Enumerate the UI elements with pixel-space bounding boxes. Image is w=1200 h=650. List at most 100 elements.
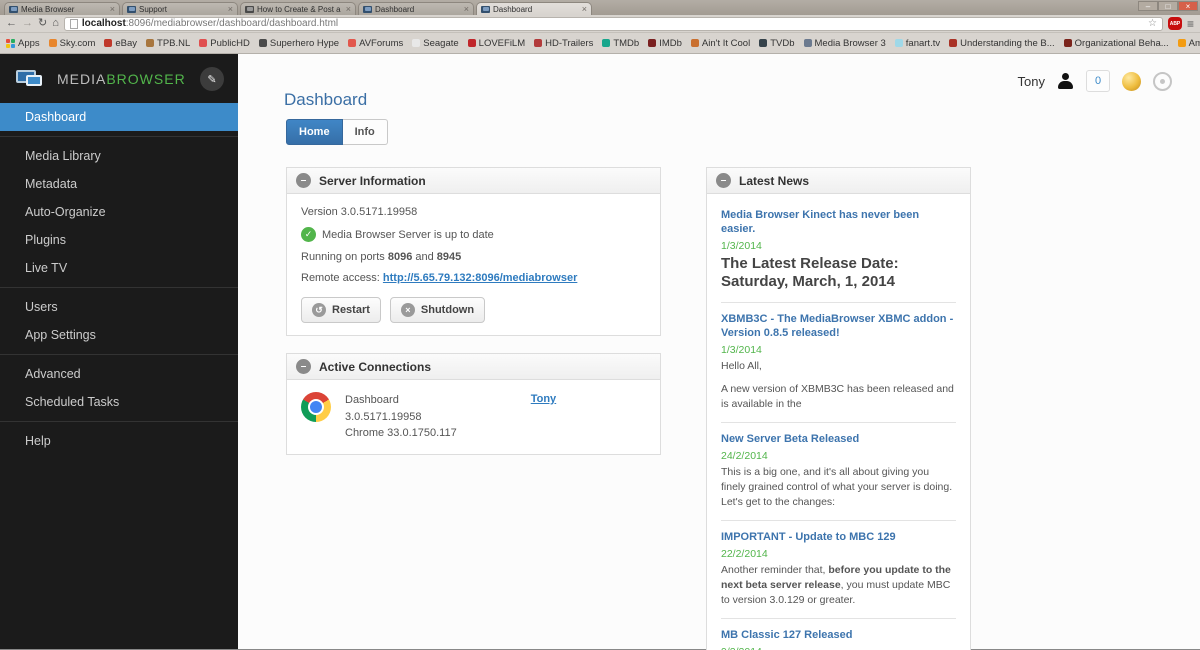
news-body: This is a big one, and it's all about gi… [721,465,953,509]
port-number: 8945 [436,251,462,263]
news-title-link[interactable]: Media Browser Kinect has never been easi… [721,209,919,235]
logo-row: MEDIABROWSER ✎ [0,54,238,103]
news-title-link[interactable]: MB Classic 127 Released [721,629,852,641]
edit-pencil-icon[interactable]: ✎ [200,67,224,91]
bookmark[interactable]: TMDb [602,38,639,49]
connection-client: Dashboard [345,394,399,406]
bookmark-favicon [48,39,57,47]
news-item: IMPORTANT - Update to MBC 129 22/2/2014 … [721,521,956,620]
bookmark-favicon [602,39,611,47]
sidebar-item-scheduled-tasks[interactable]: Scheduled Tasks [0,388,238,416]
sidebar-item-advanced[interactable]: Advanced [0,360,238,388]
minimize-button[interactable]: – [1138,1,1158,11]
bookmark[interactable]: HD-Trailers [534,38,593,49]
forward-icon[interactable]: → [22,18,33,29]
latest-news-panel: – Latest News Media Browser Kinect has n… [706,167,971,650]
address-bar[interactable]: localhost:8096/mediabrowser/dashboard/da… [63,16,1163,31]
bookmark[interactable]: Media Browser 3 [803,38,886,49]
shutdown-button[interactable]: × Shutdown [389,297,486,323]
panel-title: Active Connections [319,359,432,374]
apps-shortcut[interactable]: Apps [6,38,40,49]
browser-tab-active[interactable]: Dashboard × [476,2,592,15]
news-body: Another reminder that, before you update… [721,563,951,607]
bookmark[interactable]: Superhero Hype [258,37,340,49]
connection-user-link[interactable]: Tony [531,392,556,405]
bookmark[interactable]: LOVEFiLM [467,38,525,49]
bookmark[interactable]: TVDb [759,38,795,49]
restart-button[interactable]: ↺ Restart [301,297,381,323]
remote-access-link[interactable]: http://5.65.79.132:8096/mediabrowser [383,272,577,284]
panel-body: Media Browser Kinect has never been easi… [707,194,970,650]
bookmark-star-icon[interactable]: ☆ [1148,18,1157,29]
bookmark[interactable]: Understanding the B... [949,38,1055,49]
tab-close-icon[interactable]: × [464,4,469,14]
tab-close-icon[interactable]: × [346,4,351,14]
news-date: 24/2/2014 [721,449,768,462]
tab-strip: Media Browser × Support × How to Create … [0,0,1200,15]
settings-target-icon[interactable] [1153,71,1172,91]
news-title-link[interactable]: New Server Beta Released [721,433,859,445]
sidebar-item-auto-organize[interactable]: Auto-Organize [0,198,238,226]
collapse-icon[interactable]: – [716,173,731,188]
connection-app: Chrome 33.0.1750.117 [345,427,457,439]
refresh-icon[interactable]: ↻ [38,18,47,29]
bookmark-favicon [534,39,543,47]
browser-tab[interactable]: Dashboard × [358,2,474,15]
bookmark[interactable]: Sky.com [48,38,95,49]
collapse-icon[interactable]: – [296,359,311,374]
bookmark-label: PublicHD [210,37,250,49]
bookmark[interactable]: TPB.NL [146,38,190,49]
sidebar-item-users[interactable]: Users [0,293,238,321]
tab-info[interactable]: Info [342,119,388,145]
bookmark-label: TPB.NL [157,37,191,49]
bookmark[interactable]: fanart.tv [894,38,940,49]
sidebar-item-dashboard[interactable]: Dashboard [0,103,238,131]
bookmark-favicon [690,39,699,47]
panel-header: – Active Connections [287,354,660,380]
ports-row: Running on ports 8096 and 8945 [301,251,462,263]
maximize-button[interactable]: □ [1158,1,1178,11]
adblock-icon[interactable]: ABP [1167,17,1182,30]
bookmark-label: Amazon.co.uk: Buyi... [1188,37,1200,49]
bookmark[interactable]: eBay [104,38,137,49]
browser-tab[interactable]: Media Browser × [4,2,120,15]
bookmark-label: Superhero Hype [269,37,340,49]
news-title-link[interactable]: XBMB3C - The MediaBrowser XBMC addon - V… [721,313,953,339]
sidebar-item-plugins[interactable]: Plugins [0,226,238,254]
username[interactable]: Tony [1018,74,1045,89]
chrome-menu-icon[interactable]: ≡ [1187,17,1194,31]
restart-icon: ↺ [312,303,326,317]
sidebar-item-media-library[interactable]: Media Library [0,142,238,170]
sidebar-item-app-settings[interactable]: App Settings [0,321,238,349]
tab-close-icon[interactable]: × [228,4,233,14]
news-item: MB Classic 127 Released 9/2/2014 MB Clas… [721,619,956,650]
bookmark[interactable]: AVForums [348,38,403,49]
bookmark[interactable]: Organizational Beha... [1063,38,1169,49]
tab-close-icon[interactable]: × [110,4,115,14]
bookmark[interactable]: Seagate [412,38,459,49]
close-button[interactable]: × [1178,1,1198,11]
bookmark[interactable]: IMDb [648,38,682,49]
bookmark-label: Understanding the B... [960,37,1055,49]
notification-badge[interactable]: 0 [1086,70,1110,92]
sidebar-item-live-tv[interactable]: Live TV [0,254,238,282]
supporter-coin-icon[interactable] [1122,71,1141,91]
sidebar-item-metadata[interactable]: Metadata [0,170,238,198]
home-icon[interactable]: ⌂ [52,18,59,29]
window-controls: – □ × [1138,1,1198,11]
page-tabs: Home Info [286,119,388,145]
browser-tab[interactable]: How to Create & Post a S × [240,2,356,15]
browser-tab[interactable]: Support × [122,2,238,15]
sidebar-item-help[interactable]: Help [0,427,238,455]
collapse-icon[interactable]: – [296,173,311,188]
user-icon[interactable] [1057,73,1074,89]
tab-close-icon[interactable]: × [582,4,587,14]
news-title-link[interactable]: IMPORTANT - Update to MBC 129 [721,531,896,543]
bookmark[interactable]: Amazon.co.uk: Buyi... [1177,37,1200,49]
tab-home[interactable]: Home [286,119,343,145]
connection-row: Dashboard 3.0.5171.19958 Chrome 33.0.175… [301,392,646,442]
back-icon[interactable]: ← [6,18,17,29]
server-actions: ↺ Restart × Shutdown [301,297,646,323]
bookmark[interactable]: Ain't It Cool [690,38,750,49]
bookmark[interactable]: PublicHD [199,38,250,49]
